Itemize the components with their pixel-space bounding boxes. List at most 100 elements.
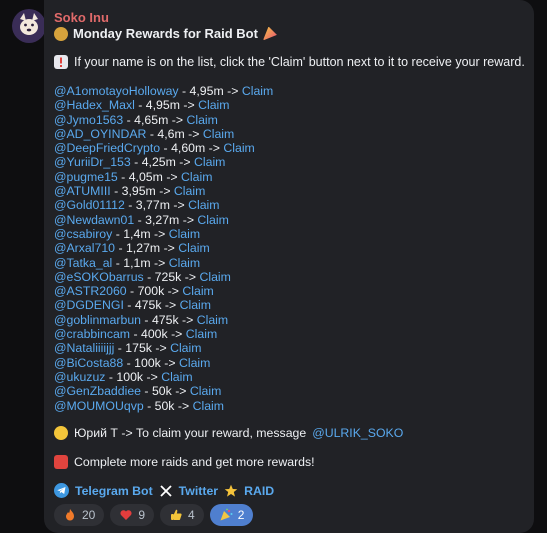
- intro-text: If your name is on the list, click the '…: [74, 55, 525, 69]
- separator: -: [146, 126, 158, 141]
- reaction-heart[interactable]: 9: [110, 504, 155, 526]
- separator: -: [134, 212, 146, 227]
- reward-row: @MOUMOUqvp - 50k -> Claim: [54, 399, 273, 413]
- reward-row: @BiCosta88 - 100k -> Claim: [54, 356, 273, 370]
- username-link[interactable]: @DeepFriedCrypto: [54, 141, 160, 155]
- arrow: ->: [179, 155, 191, 170]
- sender-name[interactable]: Soko Inu: [54, 10, 109, 25]
- reward-row: @csabiroy - 1,4m -> Claim: [54, 227, 273, 241]
- username-link[interactable]: @Nataliiiijjj: [54, 341, 114, 355]
- username-link[interactable]: @MOUMOUqvp: [54, 399, 144, 413]
- separator: -: [117, 169, 129, 184]
- claim-link[interactable]: Claim: [197, 213, 228, 227]
- username-link[interactable]: @Jymo1563: [54, 113, 123, 127]
- separator: -: [130, 155, 142, 170]
- more-line: Complete more raids and get more rewards…: [54, 455, 315, 469]
- reaction-thumbs-up[interactable]: 4: [160, 504, 204, 526]
- username-link[interactable]: @csabiroy: [54, 227, 112, 241]
- username-link[interactable]: @Hadex_Maxl: [54, 98, 135, 112]
- claim-link[interactable]: Claim: [197, 313, 228, 327]
- avatar[interactable]: [12, 9, 46, 43]
- reaction-party-popper[interactable]: 2: [209, 504, 254, 526]
- claim-link[interactable]: Claim: [182, 284, 213, 298]
- claim-link[interactable]: Claim: [194, 155, 225, 169]
- username-link[interactable]: @goblinmarbun: [54, 313, 141, 327]
- claim-link[interactable]: Claim: [186, 113, 217, 127]
- claim-link[interactable]: Claim: [198, 98, 229, 112]
- reward-list: @A1omotayoHolloway - 4,95m -> Claim @Hade…: [54, 84, 273, 413]
- reward-amount: 1,1m: [123, 255, 151, 270]
- party-popper-icon: [262, 26, 277, 41]
- username-link[interactable]: @ASTR2060: [54, 284, 127, 298]
- claim-link[interactable]: Claim: [181, 170, 212, 184]
- claim-link[interactable]: Claim: [169, 256, 200, 270]
- claim-link[interactable]: Claim: [161, 370, 192, 384]
- party-popper-icon: [220, 508, 233, 521]
- claim-link[interactable]: Claim: [203, 127, 234, 141]
- username-link[interactable]: @eSOKObarrus: [54, 270, 144, 284]
- username-link[interactable]: @Arxal710: [54, 241, 115, 255]
- telegram-bot-link[interactable]: Telegram Bot: [75, 484, 153, 498]
- arrow: ->: [183, 98, 195, 113]
- username-link[interactable]: @Newdawn01: [54, 213, 134, 227]
- raid-link[interactable]: RAID: [244, 484, 274, 498]
- reward-row: @eSOKObarrus - 725k -> Claim: [54, 270, 273, 284]
- claim-link[interactable]: Claim: [179, 356, 210, 370]
- reward-amount: 475k: [151, 312, 179, 327]
- arrow: ->: [227, 84, 239, 98]
- reactions-bar: 20 9 4 2: [54, 504, 254, 526]
- exclamation-icon: [54, 55, 68, 69]
- username-link[interactable]: @AD_OYINDAR: [54, 127, 146, 141]
- claim-link[interactable]: Claim: [242, 84, 273, 98]
- reward-row: @goblinmarbun - 475k -> Claim: [54, 313, 273, 327]
- username-link[interactable]: @Gold01112: [54, 198, 125, 212]
- username-link[interactable]: @BiCosta88: [54, 356, 123, 370]
- username-link[interactable]: @DGDENGI: [54, 298, 124, 312]
- contact-handle-link[interactable]: @ULRIK_SOKO: [312, 426, 403, 440]
- more-text: Complete more raids and get more rewards…: [74, 455, 315, 469]
- username-link[interactable]: @crabbincam: [54, 327, 130, 341]
- username-link[interactable]: @A1omotayoHolloway: [54, 84, 179, 98]
- reward-amount: 400k: [140, 327, 168, 342]
- claim-link[interactable]: Claim: [190, 384, 221, 398]
- separator: -: [126, 284, 138, 299]
- username-link[interactable]: @pugme15: [54, 170, 118, 184]
- separator: -: [110, 184, 122, 199]
- reward-row: @Hadex_Maxl - 4,95m -> Claim: [54, 98, 273, 112]
- arrow: ->: [171, 327, 183, 342]
- claim-link[interactable]: Claim: [193, 399, 224, 413]
- arrow: ->: [164, 355, 176, 370]
- claim-link[interactable]: Claim: [186, 327, 217, 341]
- claim-link[interactable]: Claim: [180, 298, 211, 312]
- claim-link[interactable]: Claim: [199, 270, 230, 284]
- arrow: ->: [177, 398, 190, 413]
- username-link[interactable]: @ATUMIII: [54, 184, 111, 198]
- arrow: ->: [166, 169, 178, 184]
- reward-row: @A1omotayoHolloway - 4,95m -> Claim: [54, 84, 273, 98]
- reward-amount: 4,60m: [171, 141, 206, 156]
- claim-link[interactable]: Claim: [170, 341, 201, 355]
- twitter-link[interactable]: Twitter: [179, 484, 218, 498]
- separator: -: [141, 384, 152, 399]
- claim-link[interactable]: Claim: [174, 184, 205, 198]
- username-link[interactable]: @YuriiDr_153: [54, 155, 131, 169]
- separator: -: [115, 241, 126, 256]
- username-link[interactable]: @Tatka_al: [54, 256, 112, 270]
- claim-link[interactable]: Claim: [223, 141, 254, 155]
- claim-link[interactable]: Claim: [188, 198, 219, 212]
- reward-row: @GenZbaddiee - 50k -> Claim: [54, 384, 273, 398]
- claim-link[interactable]: Claim: [169, 227, 200, 241]
- sweat-face-icon: [54, 426, 68, 440]
- reward-row: @Gold01112 - 3,77m -> Claim: [54, 198, 273, 212]
- reward-amount: 1,4m: [123, 226, 151, 241]
- reward-amount: 4,95m: [145, 98, 180, 113]
- claim-link[interactable]: Claim: [178, 241, 209, 255]
- arrow: ->: [164, 298, 177, 313]
- username-link[interactable]: @GenZbaddiee: [54, 384, 141, 398]
- telegram-icon: [54, 483, 69, 498]
- reward-amount: 725k: [154, 269, 182, 284]
- arrow: ->: [175, 384, 187, 399]
- reward-amount: 700k: [137, 284, 165, 299]
- reaction-fire[interactable]: 20: [54, 504, 105, 526]
- username-link[interactable]: @ukuzuz: [54, 370, 105, 384]
